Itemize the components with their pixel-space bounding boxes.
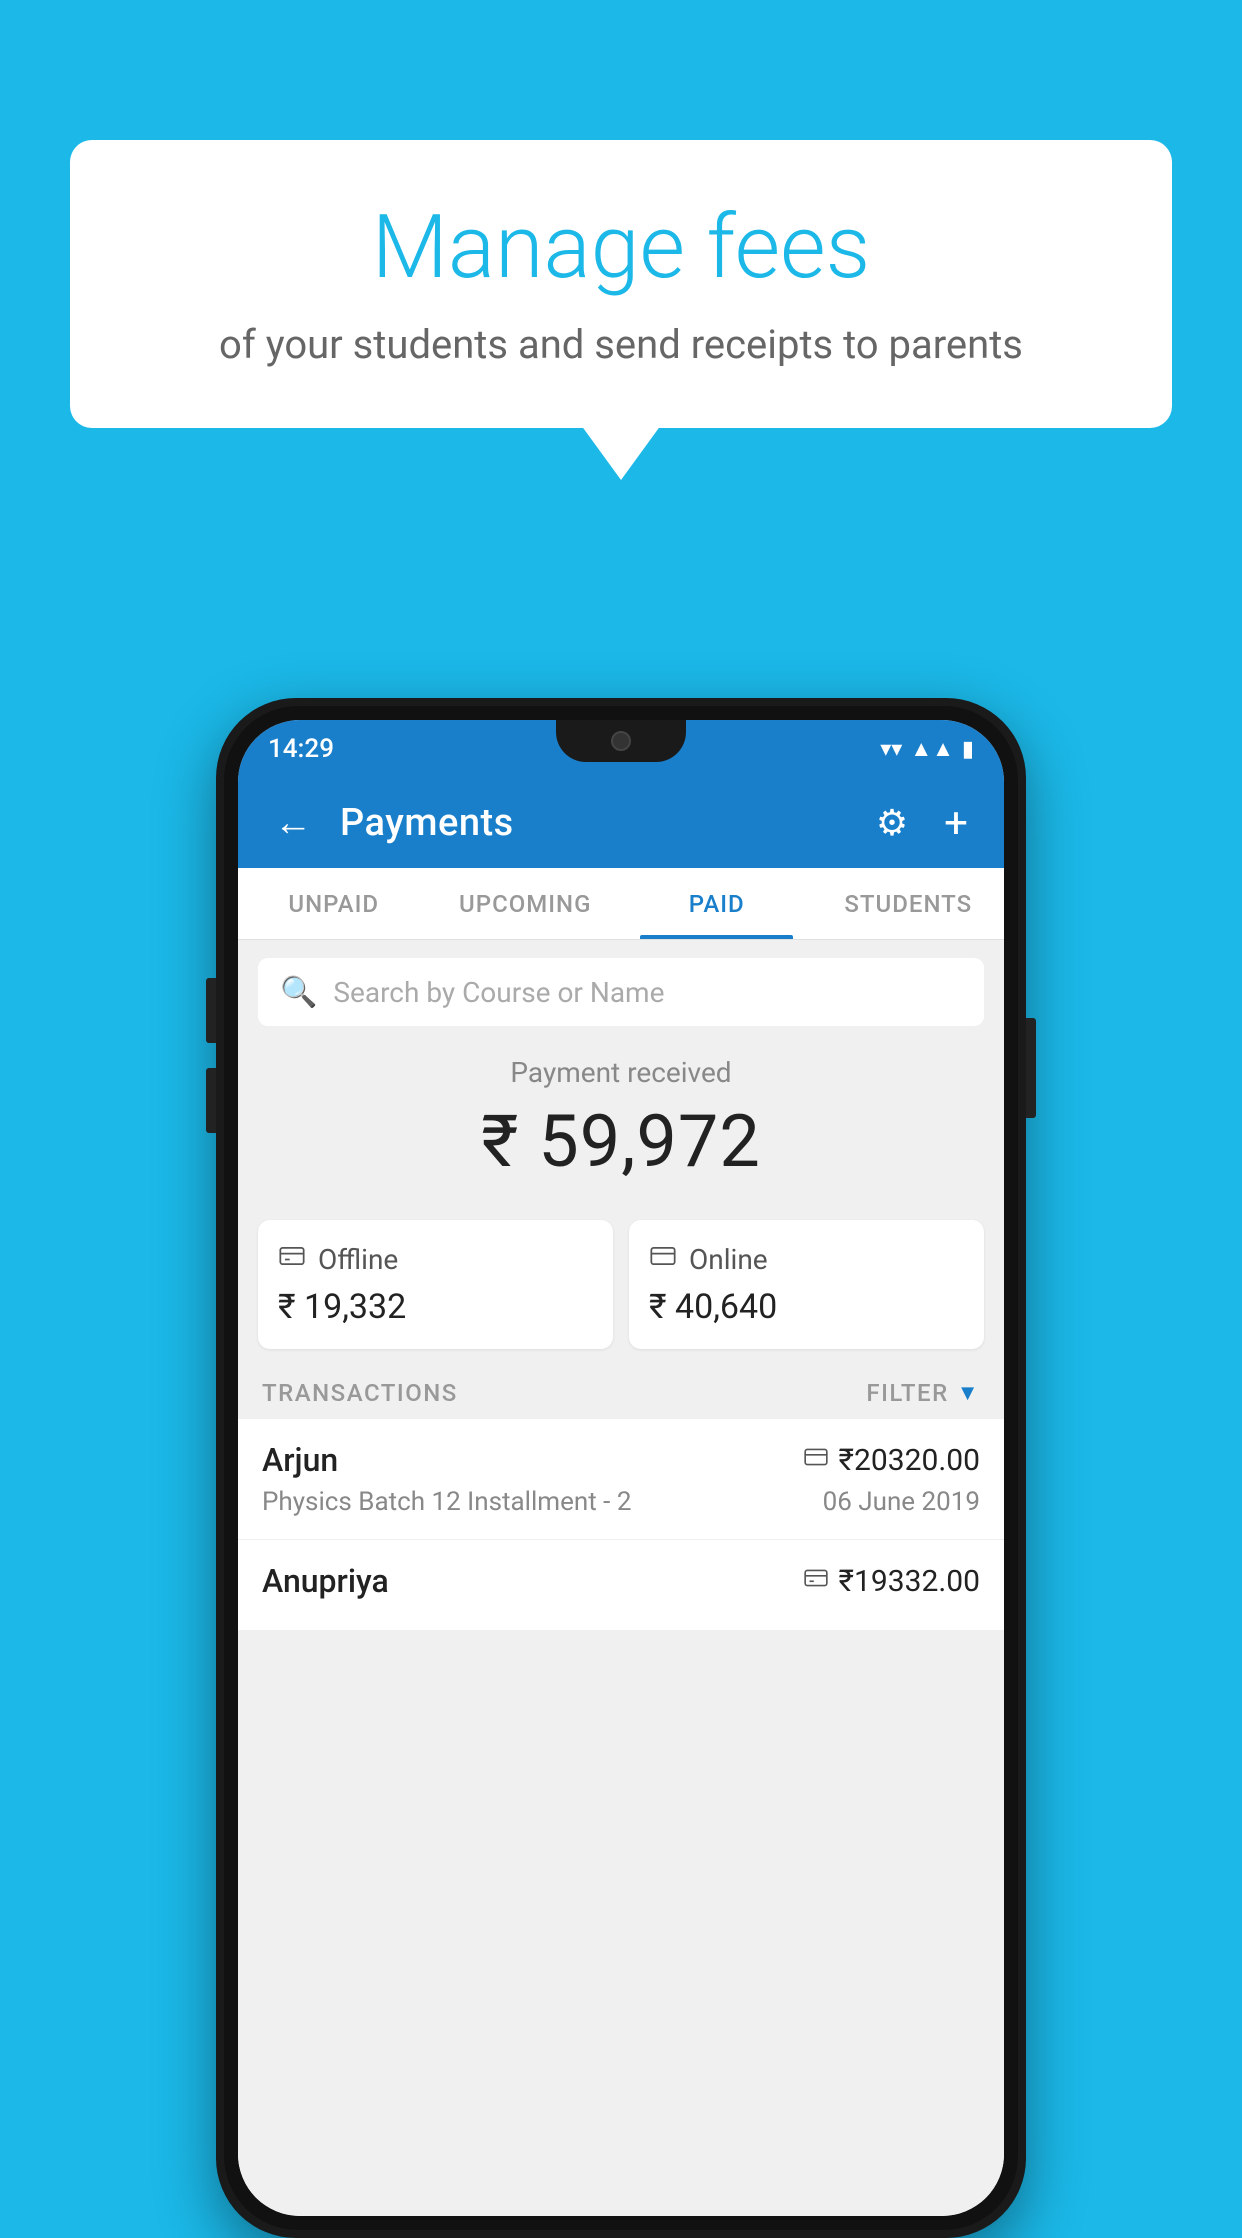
volume-down-button[interactable] (206, 1068, 216, 1133)
transaction-amount: ₹19332.00 (839, 1564, 980, 1599)
search-placeholder: Search by Course or Name (333, 976, 664, 1009)
search-icon: 🔍 (280, 975, 317, 1010)
speech-bubble-title: Manage fees (130, 200, 1112, 297)
offline-icon (278, 1242, 306, 1277)
content-area: 🔍 Search by Course or Name Payment recei… (238, 940, 1004, 2216)
power-button[interactable] (1026, 1018, 1036, 1118)
tab-students[interactable]: STUDENTS (813, 868, 1005, 939)
transaction-amount: ₹20320.00 (839, 1443, 980, 1478)
phone-screen: 14:29 ▾▾ ▲▲ ▮ ← Payments ⚙ + UNPAID (238, 720, 1004, 2216)
online-amount: ₹ 40,640 (649, 1287, 964, 1327)
filter-button[interactable]: FILTER ▼ (866, 1379, 980, 1407)
phone-inner: 14:29 ▾▾ ▲▲ ▮ ← Payments ⚙ + UNPAID (224, 706, 1018, 2230)
speech-bubble-subtitle: of your students and send receipts to pa… (130, 317, 1112, 373)
tabs-bar: UNPAID UPCOMING PAID STUDENTS (238, 868, 1004, 940)
amount-right: ₹20320.00 (803, 1443, 980, 1478)
wifi-icon: ▾▾ (880, 737, 902, 762)
payment-total-amount: ₹ 59,972 (258, 1099, 984, 1184)
speech-bubble: Manage fees of your students and send re… (70, 140, 1172, 428)
transactions-label: TRANSACTIONS (262, 1379, 458, 1407)
offline-amount: ₹ 19,332 (278, 1287, 593, 1327)
battery-icon: ▮ (962, 737, 974, 762)
offline-payment-icon (803, 1565, 829, 1597)
status-icons: ▾▾ ▲▲ ▮ (880, 736, 974, 762)
amount-right: ₹19332.00 (803, 1564, 980, 1599)
camera (611, 731, 631, 751)
payment-summary: Payment received ₹ 59,972 (238, 1026, 1004, 1204)
status-time: 14:29 (268, 734, 334, 764)
signal-icon: ▲▲ (910, 736, 954, 762)
speech-bubble-container: Manage fees of your students and send re… (70, 140, 1172, 428)
date-info: 06 June 2019 (823, 1487, 980, 1517)
payment-received-label: Payment received (258, 1056, 984, 1089)
add-button[interactable]: + (936, 791, 976, 856)
page-title: Payments (340, 801, 848, 845)
tab-upcoming[interactable]: UPCOMING (430, 868, 622, 939)
volume-up-button[interactable] (206, 978, 216, 1043)
online-payment-card: Online ₹ 40,640 (629, 1220, 984, 1349)
app-header: ← Payments ⚙ + (238, 778, 1004, 868)
course-info: Physics Batch 12 Installment - 2 (262, 1487, 631, 1517)
online-icon (649, 1242, 677, 1277)
student-name: Arjun (262, 1441, 338, 1479)
offline-label: Offline (318, 1243, 398, 1276)
settings-icon[interactable]: ⚙ (868, 794, 916, 852)
filter-icon: ▼ (957, 1380, 980, 1406)
payment-cards: Offline ₹ 19,332 Online (238, 1204, 1004, 1365)
online-label: Online (689, 1243, 768, 1276)
transaction-list: Arjun ₹20320.00 (238, 1419, 1004, 1631)
search-bar[interactable]: 🔍 Search by Course or Name (258, 958, 984, 1026)
online-payment-icon (803, 1444, 829, 1476)
student-name: Anupriya (262, 1562, 389, 1600)
tab-paid[interactable]: PAID (621, 868, 813, 939)
notch (556, 720, 686, 762)
table-row[interactable]: Arjun ₹20320.00 (238, 1419, 1004, 1540)
offline-payment-card: Offline ₹ 19,332 (258, 1220, 613, 1349)
transactions-header: TRANSACTIONS FILTER ▼ (238, 1365, 1004, 1419)
phone-frame: 14:29 ▾▾ ▲▲ ▮ ← Payments ⚙ + UNPAID (216, 698, 1026, 2238)
back-button[interactable]: ← (266, 793, 320, 853)
tab-unpaid[interactable]: UNPAID (238, 868, 430, 939)
table-row[interactable]: Anupriya ₹19332.00 (238, 1540, 1004, 1631)
